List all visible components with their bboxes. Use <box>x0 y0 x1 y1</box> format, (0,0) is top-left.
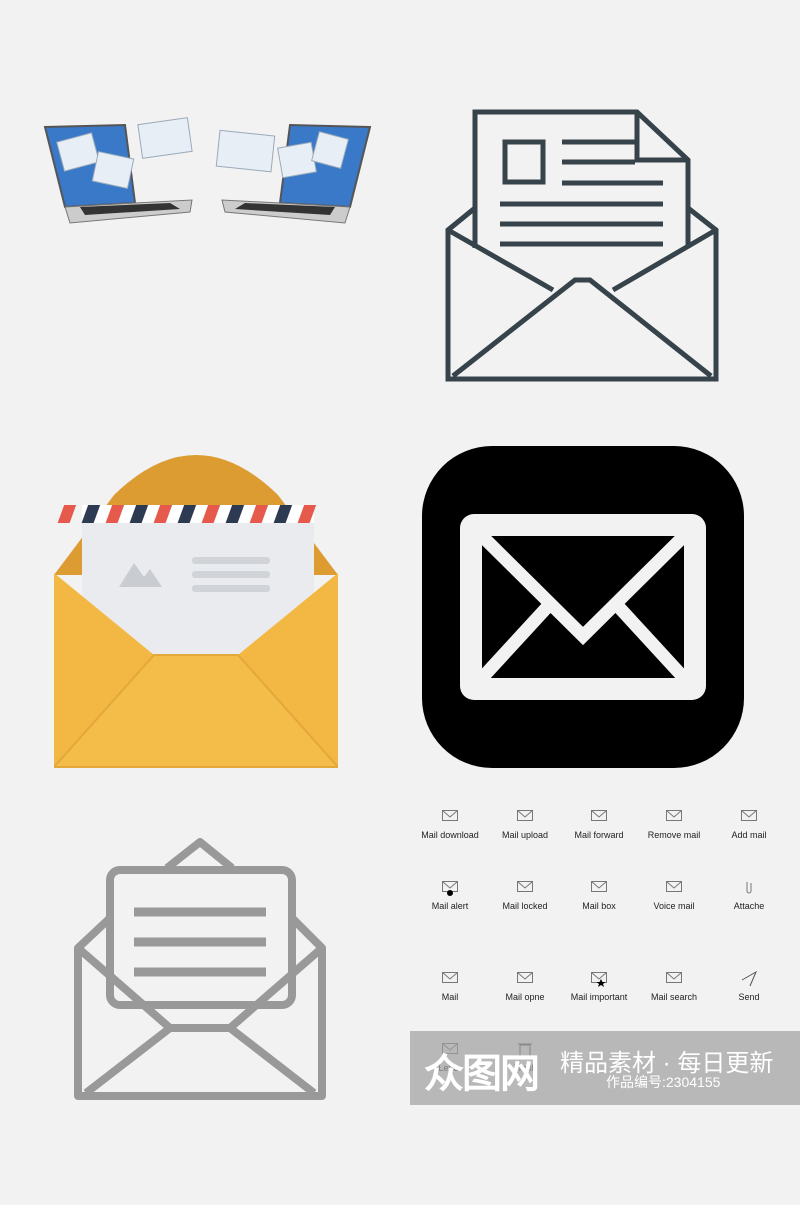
icon-tile: Mail <box>420 970 480 1002</box>
icon-tile: Mail box <box>569 879 629 911</box>
icon-label: Mail opne <box>505 992 545 1002</box>
mail-open-icon <box>517 972 533 983</box>
mail-search-icon <box>666 972 682 983</box>
icon-label: Mail upload <box>501 830 549 840</box>
watermark-banner: 众图网 精品素材 · 每日更新 作品编号:2304155 <box>410 1031 800 1105</box>
mail-important-icon <box>591 972 607 987</box>
remove-mail-icon <box>666 810 682 821</box>
laptops-exchanging-mail-illustration <box>43 117 372 224</box>
mail-upload-icon <box>517 810 533 821</box>
mailbox-icon <box>591 881 607 892</box>
icon-tile: Mail forward <box>569 808 629 840</box>
icon-tile: Add mail <box>719 808 779 840</box>
icon-tile: Mail opne <box>495 970 555 1002</box>
mail-locked-icon <box>517 881 533 892</box>
icon-tile: Remove mail <box>644 808 704 840</box>
gray-open-envelope-outline-illustration <box>74 838 326 1100</box>
icon-tile: Mail search <box>644 970 704 1002</box>
watermark-logo: 众图网 <box>424 1052 540 1096</box>
icon-tile: Send <box>719 970 779 1002</box>
yellow-airmail-envelope-illustration <box>54 455 338 768</box>
voice-mail-icon <box>666 881 682 892</box>
add-mail-icon <box>741 810 757 821</box>
icon-label: Add mail <box>731 830 767 840</box>
mail-download-icon <box>442 810 458 821</box>
icon-label: Send <box>738 992 760 1002</box>
icon-label: Mail forward <box>574 830 624 840</box>
icon-label: Mail important <box>570 992 628 1002</box>
icon-label: Mail box <box>582 901 616 911</box>
icon-tile: Mail upload <box>495 808 555 840</box>
paperclip-icon <box>746 882 752 894</box>
icon-label: Mail alert <box>431 901 469 911</box>
watermark-code: 作品编号:2304155 <box>606 1074 721 1090</box>
icon-tile: Mail alert <box>420 879 480 911</box>
icon-label: Mail download <box>421 830 479 840</box>
icon-label: Attache <box>733 901 765 911</box>
open-envelope-with-letter-outline-illustration <box>445 109 719 382</box>
icon-tile: Attache <box>719 879 779 911</box>
mail-icon <box>442 972 458 983</box>
icon-tile: Mail download <box>420 808 480 840</box>
icon-label: Voice mail <box>653 901 695 911</box>
icon-tile: Mail locked <box>495 879 555 911</box>
icon-label: Remove mail <box>647 830 701 840</box>
send-icon <box>741 970 758 987</box>
icon-label: Mail <box>441 992 459 1002</box>
icon-label: Mail search <box>650 992 697 1002</box>
mail-forward-icon <box>591 810 607 821</box>
icon-tile: Voice mail <box>644 879 704 911</box>
mail-alert-icon <box>442 881 458 896</box>
black-mail-app-tile-illustration <box>422 446 744 768</box>
icon-label: Mail locked <box>502 901 548 911</box>
icon-tile: Mail important <box>569 970 629 1002</box>
